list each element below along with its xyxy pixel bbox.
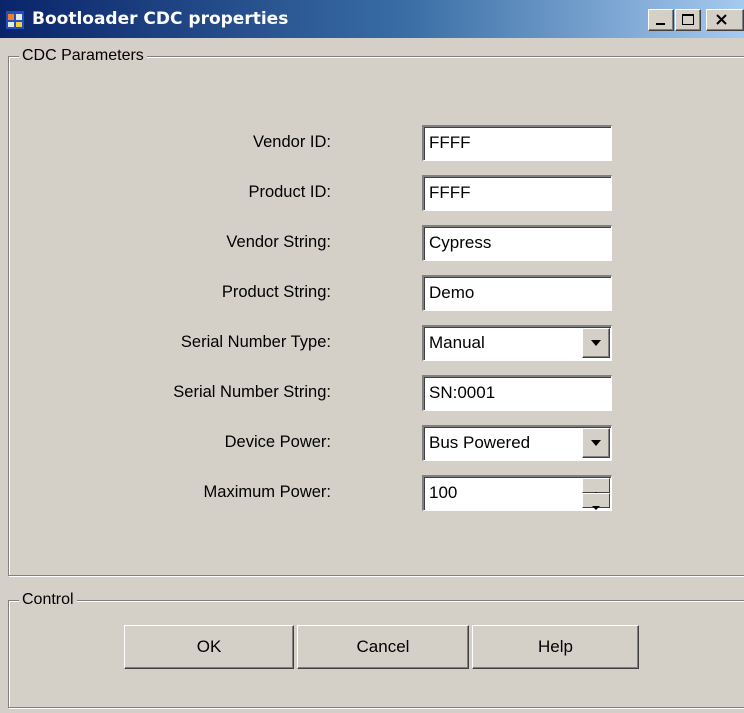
device-power-value: Bus Powered <box>429 433 531 452</box>
product-string-label: Product String: <box>221 283 331 301</box>
cancel-button[interactable]: Cancel <box>297 625 469 669</box>
device-power-dropdown[interactable]: Bus Powered <box>422 425 612 461</box>
vendor-id-field[interactable]: FFFF <box>422 125 612 161</box>
spin-down-button[interactable] <box>582 493 610 510</box>
chevron-down-icon <box>591 340 601 346</box>
maximum-power-spinner[interactable]: 100 <box>422 475 612 511</box>
maximum-power-label: Maximum Power: <box>203 483 331 501</box>
maximize-button[interactable] <box>675 9 701 31</box>
ok-button-label: OK <box>196 637 222 656</box>
maximum-power-value: 100 <box>429 483 458 502</box>
control-legend: Control <box>19 591 77 609</box>
serial-number-type-dropdown-button[interactable] <box>582 328 610 358</box>
maximize-icon <box>682 14 694 25</box>
minimize-button[interactable] <box>648 9 674 31</box>
close-button[interactable] <box>706 9 744 31</box>
serial-number-type-dropdown[interactable]: Manual <box>422 325 612 361</box>
ok-button[interactable]: OK <box>124 625 294 669</box>
product-id-field[interactable]: FFFF <box>422 175 612 211</box>
spin-up-button[interactable] <box>582 478 610 496</box>
close-icon <box>716 14 727 25</box>
vendor-string-value: Cypress <box>429 233 492 252</box>
product-id-label: Product ID: <box>248 183 331 201</box>
minimize-icon <box>656 23 665 25</box>
device-power-dropdown-button[interactable] <box>582 428 610 458</box>
product-id-value: FFFF <box>429 183 471 202</box>
product-string-field[interactable]: Demo <box>422 275 612 311</box>
vendor-id-label: Vendor ID: <box>253 133 331 151</box>
device-power-label: Device Power: <box>224 433 331 451</box>
serial-number-type-value: Manual <box>429 333 485 352</box>
help-button[interactable]: Help <box>472 625 639 669</box>
vendor-string-label: Vendor String: <box>226 233 331 251</box>
serial-number-string-label: Serial Number String: <box>173 383 331 401</box>
cancel-button-label: Cancel <box>356 637 410 656</box>
dialog-window: Bootloader CDC properties CDC Parameters… <box>0 0 744 713</box>
vendor-id-value: FFFF <box>429 133 471 152</box>
spin-down-icon <box>592 506 600 510</box>
chevron-down-icon <box>591 440 601 446</box>
help-button-label: Help <box>538 637 573 656</box>
serial-number-string-field[interactable]: SN:0001 <box>422 375 612 411</box>
vendor-string-field[interactable]: Cypress <box>422 225 612 261</box>
serial-number-type-label: Serial Number Type: <box>180 333 331 351</box>
product-string-value: Demo <box>429 283 475 302</box>
serial-number-string-value: SN:0001 <box>429 383 496 402</box>
